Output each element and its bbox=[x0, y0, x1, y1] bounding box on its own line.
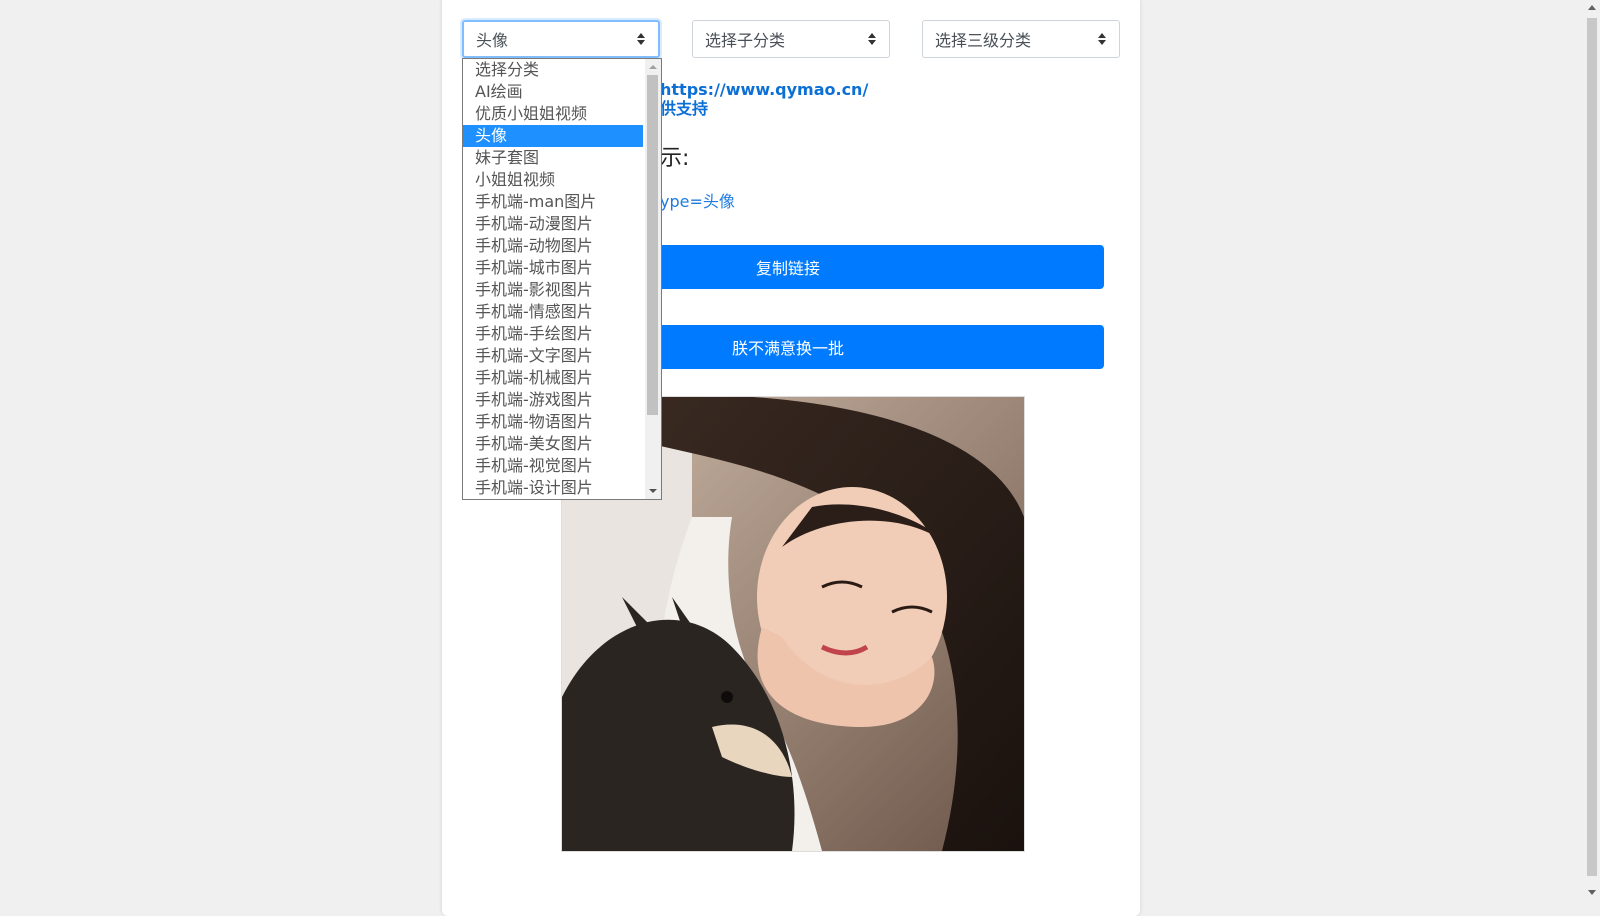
dropdown-options: 选择分类 AI绘画 优质小姐姐视频 头像 妹子套图 小姐姐视频 手机端-man图片 手机端-动… bbox=[463, 59, 661, 499]
subcategory-select[interactable]: 选择子分类 bbox=[692, 20, 890, 58]
dropdown-option[interactable]: 手机端-man图片 bbox=[463, 191, 643, 213]
dropdown-option[interactable]: 手机端-机械图片 bbox=[463, 367, 643, 389]
select-arrows-icon bbox=[636, 32, 646, 46]
page-scrollbar[interactable] bbox=[1584, 0, 1600, 900]
dropdown-option[interactable]: 手机端-影视图片 bbox=[463, 279, 643, 301]
dropdown-option[interactable]: 手机端-游戏图片 bbox=[463, 389, 643, 411]
scroll-down-arrow-icon[interactable] bbox=[1588, 890, 1596, 895]
dropdown-option[interactable]: 手机端-动漫图片 bbox=[463, 213, 643, 235]
subcategory-select-value: 选择子分类 bbox=[705, 31, 786, 50]
dropdown-scroll-thumb[interactable] bbox=[647, 75, 658, 415]
dropdown-option[interactable]: 选择分类 bbox=[463, 59, 643, 81]
dropdown-option[interactable]: 手机端-文字图片 bbox=[463, 345, 643, 367]
category-select-value: 头像 bbox=[476, 31, 509, 50]
dropdown-option[interactable]: 手机端-设计图片 bbox=[463, 477, 643, 499]
site-info: https://www.qymao.cn/ 供支持 bbox=[660, 80, 868, 118]
scroll-up-arrow-icon[interactable] bbox=[649, 65, 657, 69]
category-select[interactable]: 头像 bbox=[462, 20, 660, 58]
dropdown-option[interactable]: 小姐姐视频 bbox=[463, 169, 643, 191]
dropdown-option[interactable]: 手机端-情感图片 bbox=[463, 301, 643, 323]
dropdown-option[interactable]: 手机端-手绘图片 bbox=[463, 323, 643, 345]
dropdown-option[interactable]: 手机端-城市图片 bbox=[463, 257, 643, 279]
dropdown-option[interactable]: 手机端-动物图片 bbox=[463, 235, 643, 257]
scroll-up-arrow-icon[interactable] bbox=[1588, 5, 1596, 10]
api-link[interactable]: ype=头像 bbox=[660, 188, 735, 212]
support-text: 供支持 bbox=[660, 99, 709, 118]
level3-select-value: 选择三级分类 bbox=[935, 31, 1032, 50]
select-arrows-icon bbox=[867, 32, 877, 46]
dropdown-scrollbar[interactable] bbox=[645, 59, 661, 499]
dropdown-option[interactable]: 手机端-物语图片 bbox=[463, 411, 643, 433]
preview-heading: 示: bbox=[660, 146, 690, 171]
dropdown-option[interactable]: 头像 bbox=[463, 125, 643, 147]
select-arrows-icon bbox=[1097, 32, 1107, 46]
dropdown-option[interactable]: 妹子套图 bbox=[463, 147, 643, 169]
level3-select[interactable]: 选择三级分类 bbox=[922, 20, 1120, 58]
category-dropdown-list[interactable]: 选择分类 AI绘画 优质小姐姐视频 头像 妹子套图 小姐姐视频 手机端-man图片 手机端-动… bbox=[462, 58, 662, 500]
dropdown-option[interactable]: AI绘画 bbox=[463, 81, 643, 103]
dropdown-option[interactable]: 优质小姐姐视频 bbox=[463, 103, 643, 125]
page-scroll-thumb[interactable] bbox=[1587, 18, 1597, 876]
scroll-down-arrow-icon[interactable] bbox=[649, 489, 657, 493]
dropdown-option[interactable]: 手机端-视觉图片 bbox=[463, 455, 643, 477]
dropdown-option[interactable]: 手机端-美女图片 bbox=[463, 433, 643, 455]
site-url-link[interactable]: https://www.qymao.cn/ bbox=[660, 80, 868, 99]
